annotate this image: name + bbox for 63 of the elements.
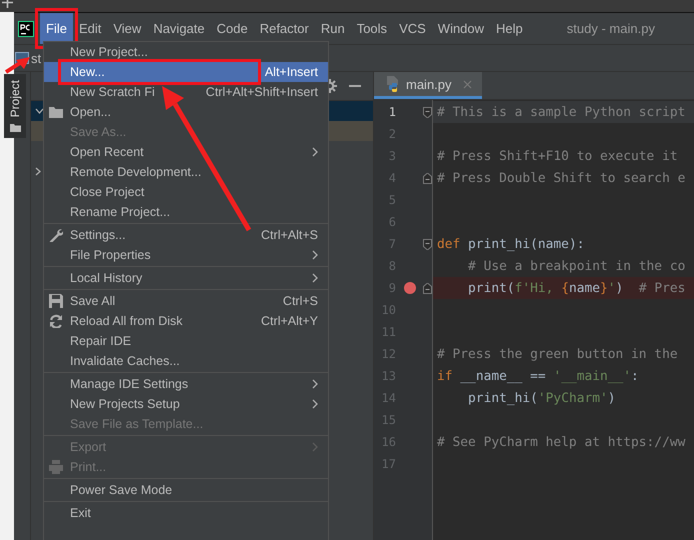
menu-item[interactable]: Settings... Ctrl+Alt+S	[44, 225, 328, 245]
menu-bar-item[interactable]: Window	[432, 13, 490, 44]
save-icon	[49, 294, 63, 308]
menu-item[interactable]: New... Alt+Insert	[44, 62, 328, 82]
menu-item[interactable]: Rename Project...	[44, 202, 328, 222]
menu-item[interactable]: Power Save Mode	[44, 480, 328, 500]
wrench-icon	[49, 228, 63, 242]
menu-item[interactable]: Exit	[44, 503, 328, 523]
folder-icon	[49, 105, 63, 119]
app-logo-icon	[18, 20, 34, 36]
reload-icon	[49, 314, 63, 328]
minimize-icon	[349, 85, 361, 87]
menu-bar-item[interactable]: Refactor	[254, 13, 315, 44]
line-number: 1	[388, 105, 396, 119]
code-line: # This is a sample Python script	[437, 104, 686, 120]
code-line: # Press Shift+F10 to execute it	[437, 148, 678, 164]
code-line: print(f'Hi, {name}') # Pres	[467, 280, 686, 296]
menu-item[interactable]: Close Project	[44, 182, 328, 202]
code-line: def print_hi(name):	[437, 236, 584, 252]
fold-icon[interactable]	[423, 282, 432, 294]
code-line: # Use a breakpoint in the co	[467, 258, 686, 274]
menu-bar-item[interactable]: VCS	[393, 13, 432, 44]
menu-item[interactable]: Save All Ctrl+S	[44, 291, 328, 311]
menu-item[interactable]: Open...	[44, 102, 328, 122]
code-line: # See PyCharm help at https://ww	[437, 434, 686, 450]
menu-item[interactable]: New Scratch Fi Ctrl+Alt+Shift+Insert	[44, 82, 328, 102]
fold-icon[interactable]	[423, 238, 432, 250]
editor-tab[interactable]: main.py	[374, 72, 482, 99]
fold-icon[interactable]	[423, 172, 432, 184]
menu-item[interactable]: File Properties	[44, 245, 328, 265]
code-line: # Press Double Shift to search e	[437, 170, 686, 186]
project-tool-tab[interactable]: Project	[4, 74, 26, 138]
menu-bar-item[interactable]: Run	[314, 13, 351, 44]
project-name: st	[31, 50, 42, 66]
fold-icon[interactable]	[423, 106, 432, 118]
menu-bar-item[interactable]: View	[107, 13, 148, 44]
menu-bar-item[interactable]: Navigate	[147, 13, 211, 44]
menu-item[interactable]: New Projects Setup	[44, 394, 328, 414]
code-line: # Press the green button in the	[437, 346, 678, 362]
close-icon	[462, 80, 472, 88]
window-title: study - main.py	[566, 21, 655, 36]
menu-item[interactable]: Open Recent	[44, 142, 328, 162]
menu-bar-item[interactable]: File	[40, 13, 73, 44]
python-file-icon	[386, 76, 401, 92]
chevron-right-icon	[35, 166, 41, 176]
menu-item[interactable]: Invalidate Caches...	[44, 351, 328, 371]
menu-item[interactable]: Remote Development...	[44, 162, 328, 182]
code-line: print_hi('PyCharm')	[467, 390, 616, 406]
menu-bar-item[interactable]: Help	[490, 13, 529, 44]
menu-item[interactable]: New Project...	[44, 42, 328, 62]
menu-item[interactable]: Local History	[44, 268, 328, 288]
menu-item[interactable]: Reload All from Disk Ctrl+Alt+Y	[44, 311, 328, 331]
code-line: if __name__ == '__main__':	[437, 368, 639, 384]
menu-bar-item[interactable]: Code	[210, 13, 254, 44]
menu-bar-item[interactable]: Edit	[72, 13, 108, 44]
print-icon	[49, 460, 63, 474]
breakpoint-icon[interactable]	[404, 282, 416, 294]
menu-item[interactable]: Repair IDE	[44, 331, 328, 351]
menu-item[interactable]: Manage IDE Settings	[44, 374, 328, 394]
folder-icon	[10, 123, 20, 132]
chevron-down-icon	[35, 108, 44, 114]
menu-bar-item[interactable]: Tools	[350, 13, 394, 44]
plus-icon	[2, 0, 13, 8]
